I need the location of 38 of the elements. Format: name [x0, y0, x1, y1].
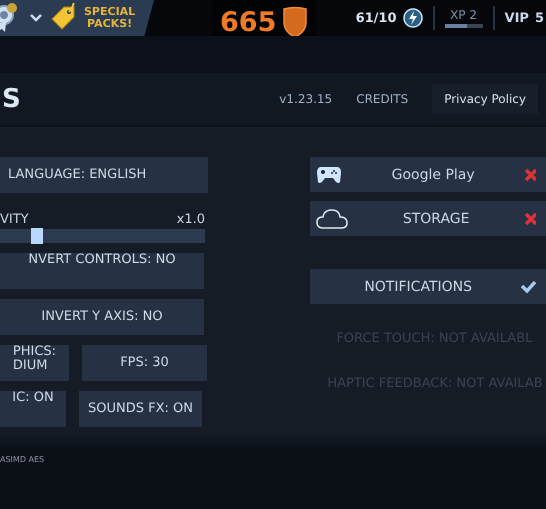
service-row[interactable]: STORAGE: [310, 201, 546, 236]
language-button[interactable]: LANGUAGE: ENGLISH: [0, 157, 208, 193]
cloud-icon: [316, 208, 348, 230]
close-icon[interactable]: [524, 168, 536, 182]
sensitivity-value: x1.0: [176, 212, 205, 227]
credits-link[interactable]: CREDITS: [356, 92, 408, 106]
chevron-down-icon[interactable]: [30, 14, 42, 22]
service-name: STORAGE: [402, 210, 470, 226]
close-icon[interactable]: [524, 212, 536, 226]
check-icon[interactable]: [520, 280, 536, 294]
privacy-policy-button[interactable]: Privacy Policy: [432, 84, 538, 114]
promo-panel[interactable]: SPECIAL PACKS!: [0, 0, 154, 36]
gamepad-icon: [316, 164, 342, 184]
medal-icon[interactable]: [0, 3, 20, 33]
sensitivity-slider[interactable]: [0, 229, 205, 243]
cpu-info: ASIMD AES: [0, 455, 46, 464]
setting-button[interactable]: FPS: 30: [82, 345, 207, 381]
setting-button[interactable]: IC: ON: [0, 391, 66, 427]
setting-button[interactable]: NVERT CONTROLS: NO: [0, 253, 204, 289]
vip-label: VIP: [504, 10, 529, 26]
energy-count: 61/10: [356, 10, 397, 26]
vip-level: 5: [534, 10, 544, 26]
lightning-icon[interactable]: [402, 8, 423, 28]
notifications-toggle[interactable]: NOTIFICATIONS: [310, 269, 546, 304]
notifications-label: NOTIFICATIONS: [363, 278, 473, 294]
sensitivity-label: VITY: [0, 212, 29, 227]
setting-button[interactable]: PHICS: DIUM: [0, 345, 69, 381]
score-value: 665: [220, 6, 276, 38]
service-name: Google Play: [390, 166, 476, 182]
page-title: S: [2, 84, 21, 114]
setting-button[interactable]: SOUNDS FX: ON: [79, 391, 202, 427]
slider-thumb[interactable]: [30, 228, 43, 244]
xp-level: XP 2: [450, 8, 477, 22]
special-packs-label[interactable]: SPECIAL PACKS!: [84, 6, 136, 30]
service-row[interactable]: Google Play: [310, 157, 546, 192]
version-label: v1.23.15: [279, 92, 332, 106]
shield-icon: [282, 6, 308, 38]
setting-button[interactable]: INVERT Y AXIS: NO: [0, 299, 204, 335]
